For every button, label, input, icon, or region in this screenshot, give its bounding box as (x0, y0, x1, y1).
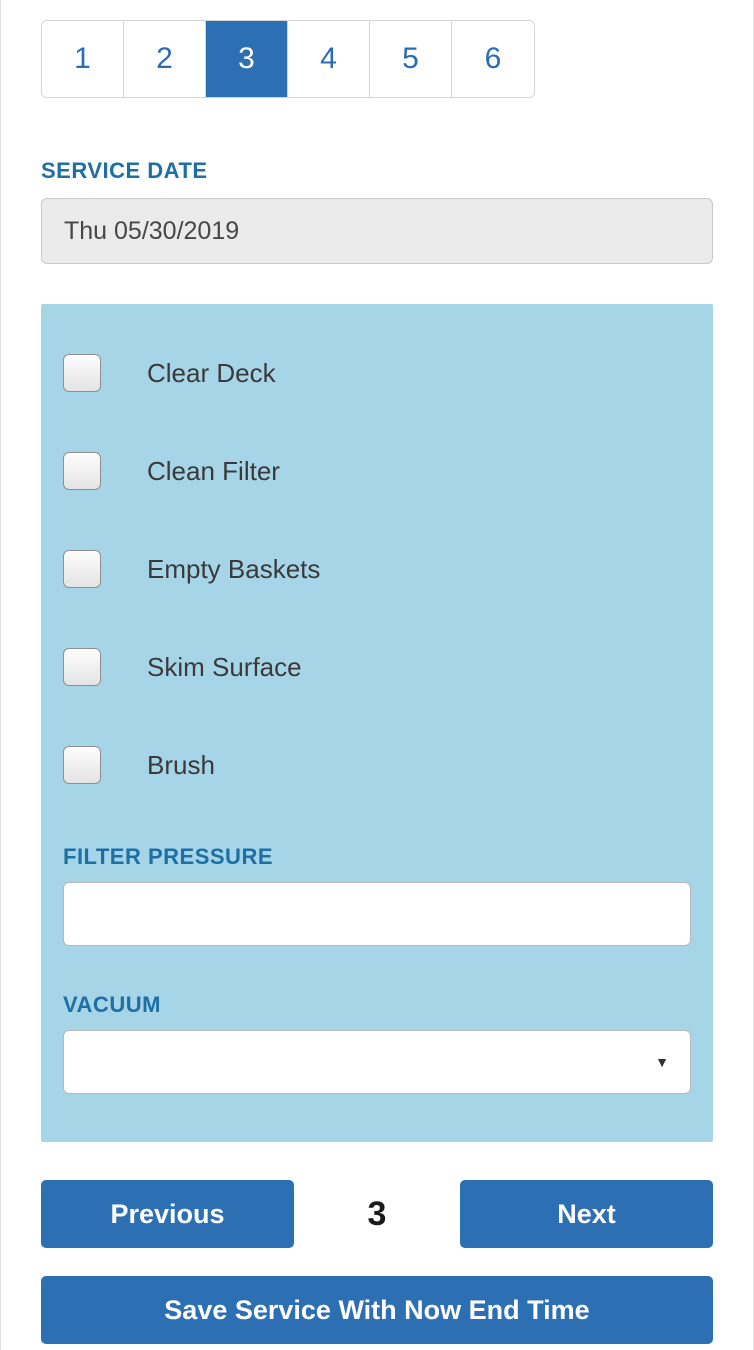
checkbox-skim-surface[interactable] (63, 648, 101, 686)
vacuum-label: VACUUM (63, 992, 691, 1018)
step-1[interactable]: 1 (42, 21, 124, 97)
service-date-label: SERVICE DATE (41, 158, 713, 184)
tasks-panel: Clear Deck Clean Filter Empty Baskets Sk… (41, 304, 713, 1142)
filter-pressure-input[interactable] (63, 882, 691, 946)
task-row-empty-baskets: Empty Baskets (63, 550, 691, 588)
task-label: Clear Deck (147, 358, 276, 389)
vacuum-select-wrap: ▼ (63, 1030, 691, 1094)
save-service-button[interactable]: Save Service With Now End Time (41, 1276, 713, 1344)
step-6[interactable]: 6 (452, 21, 534, 97)
filter-pressure-label: FILTER PRESSURE (63, 844, 691, 870)
checkbox-clear-deck[interactable] (63, 354, 101, 392)
vacuum-select[interactable] (63, 1030, 691, 1094)
task-label: Clean Filter (147, 456, 280, 487)
task-label: Brush (147, 750, 215, 781)
task-row-brush: Brush (63, 746, 691, 784)
step-5[interactable]: 5 (370, 21, 452, 97)
service-date-field[interactable]: Thu 05/30/2019 (41, 198, 713, 264)
checkbox-clean-filter[interactable] (63, 452, 101, 490)
task-row-clean-filter: Clean Filter (63, 452, 691, 490)
service-date-value: Thu 05/30/2019 (64, 217, 239, 246)
step-nav: 1 2 3 4 5 6 (41, 20, 535, 98)
step-3[interactable]: 3 (206, 21, 288, 97)
task-label: Skim Surface (147, 652, 302, 683)
next-button[interactable]: Next (460, 1180, 713, 1248)
page-indicator: 3 (368, 1195, 387, 1234)
checkbox-brush[interactable] (63, 746, 101, 784)
step-2[interactable]: 2 (124, 21, 206, 97)
checkbox-empty-baskets[interactable] (63, 550, 101, 588)
task-row-skim-surface: Skim Surface (63, 648, 691, 686)
task-row-clear-deck: Clear Deck (63, 354, 691, 392)
nav-row: Previous 3 Next (41, 1180, 713, 1248)
previous-button[interactable]: Previous (41, 1180, 294, 1248)
task-label: Empty Baskets (147, 554, 320, 585)
step-4[interactable]: 4 (288, 21, 370, 97)
